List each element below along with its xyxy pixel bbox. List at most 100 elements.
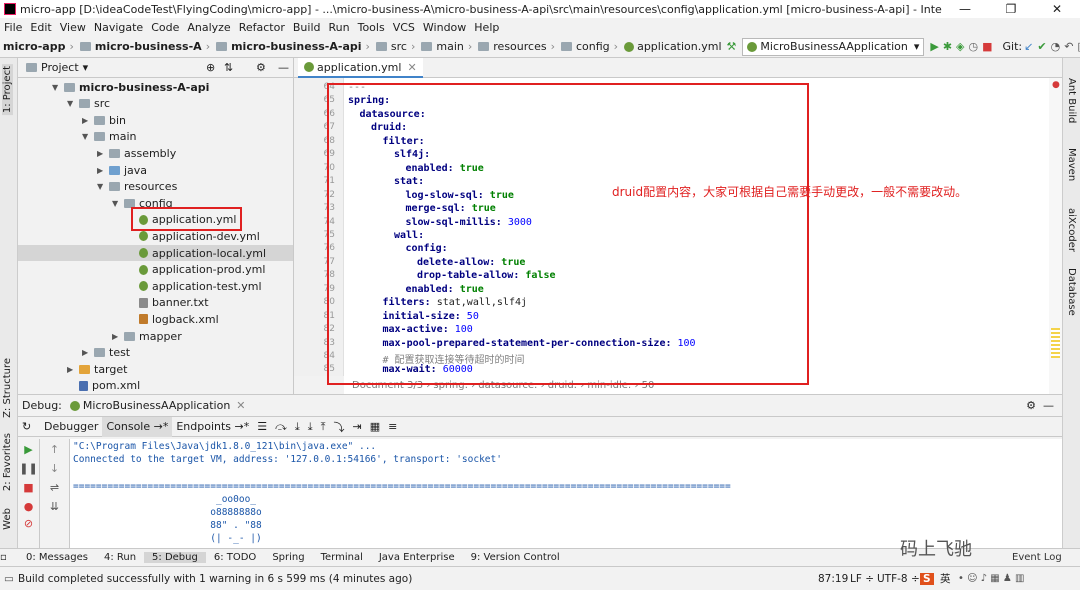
hide-icon[interactable]: —: [1043, 399, 1054, 412]
gear-icon[interactable]: ⚙: [256, 61, 266, 74]
git-update-icon[interactable]: ↙: [1024, 38, 1033, 56]
tree-item[interactable]: ▶ assembly: [18, 145, 293, 161]
layout-icon[interactable]: ☰: [253, 417, 271, 437]
database-tool-button[interactable]: Database: [1066, 268, 1077, 316]
drop-frame-icon[interactable]: ⤵: [330, 417, 349, 437]
breadcrumb-src[interactable]: src ›: [373, 40, 418, 53]
tree-item[interactable]: ▶ mapper: [18, 328, 293, 344]
debug-session-tab[interactable]: MicroBusinessAApplication: [83, 399, 230, 412]
tab-version-control[interactable]: 9: Version Control: [463, 552, 568, 563]
tree-item[interactable]: pom.xml: [18, 378, 293, 394]
tab-application-yml[interactable]: application.yml ✕: [298, 58, 423, 78]
expand-arrow-icon[interactable]: ▶: [82, 348, 94, 357]
run-icon[interactable]: ▶: [930, 38, 938, 56]
scroll-to-end-icon[interactable]: ⇊: [40, 500, 69, 513]
close-button[interactable]: ✕: [1034, 2, 1080, 16]
tab-messages[interactable]: 0: Messages: [18, 552, 96, 563]
run-to-cursor-icon[interactable]: ⇥: [349, 417, 366, 437]
expand-arrow-icon[interactable]: ▶: [67, 365, 79, 374]
layout-toggle-icon[interactable]: ▫: [0, 552, 18, 563]
ant-build-tool-button[interactable]: Ant Build: [1066, 78, 1077, 123]
tree-item[interactable]: ▼ micro-business-A-api: [18, 79, 293, 95]
tree-item[interactable]: logback.xml: [18, 311, 293, 327]
breadcrumb-config[interactable]: config ›: [558, 40, 621, 53]
minimize-button[interactable]: —: [942, 2, 988, 16]
expand-arrow-icon[interactable]: ▼: [112, 199, 124, 208]
soft-wrap-icon[interactable]: ⇌: [40, 481, 69, 494]
expand-arrow-icon[interactable]: ▼: [67, 99, 79, 108]
tree-item[interactable]: ▼ resources: [18, 179, 293, 195]
mute-breakpoints-icon[interactable]: ⊘: [18, 517, 39, 530]
expand-arrow-icon[interactable]: ▼: [82, 132, 94, 141]
maximize-button[interactable]: ❐: [988, 2, 1034, 16]
tree-item[interactable]: ▶ java: [18, 162, 293, 178]
favorites-tool-button[interactable]: 2: Favorites: [2, 433, 13, 491]
force-step-into-icon[interactable]: ⤓: [304, 417, 317, 437]
expand-arrow-icon[interactable]: ▼: [52, 83, 64, 92]
aixcoder-tool-button[interactable]: aiXcoder: [1066, 208, 1077, 252]
warning-marks[interactable]: [1051, 328, 1060, 358]
status-window-icon[interactable]: ▭: [0, 573, 18, 585]
trace-icon[interactable]: ≡: [384, 417, 401, 437]
event-log-button[interactable]: Event Log: [1012, 552, 1062, 563]
editor-error-stripe[interactable]: ●: [1049, 78, 1062, 394]
git-commit-icon[interactable]: ✔: [1037, 38, 1046, 56]
expand-arrow-icon[interactable]: ▶: [112, 332, 124, 341]
tab-terminal[interactable]: Terminal: [313, 552, 371, 563]
tab-todo[interactable]: 6: TODO: [206, 552, 264, 563]
step-out-icon[interactable]: ⤒: [317, 417, 330, 437]
project-view-select[interactable]: Project: [41, 61, 79, 74]
evaluate-icon[interactable]: ▦: [366, 417, 384, 437]
ime-language[interactable]: 英: [940, 571, 951, 586]
build-hammer-icon[interactable]: ⚒: [727, 38, 737, 56]
structure-tool-button[interactable]: Z: Structure: [2, 358, 13, 418]
tab-java-enterprise[interactable]: Java Enterprise: [371, 552, 463, 563]
menu-build[interactable]: Build: [289, 21, 325, 34]
breadcrumb-micro-business-a-api[interactable]: micro-business-A-api ›: [213, 40, 373, 53]
gear-icon[interactable]: ⚙: [1026, 399, 1036, 412]
stop-icon[interactable]: ■: [982, 38, 992, 56]
tree-item[interactable]: ▶ test: [18, 345, 293, 361]
tree-item[interactable]: ▶ bin: [18, 112, 293, 128]
tree-item[interactable]: ▼ main: [18, 129, 293, 145]
stop-icon[interactable]: ■: [18, 481, 39, 494]
resume-icon[interactable]: ▶: [18, 443, 39, 456]
menu-code[interactable]: Code: [147, 21, 183, 34]
up-arrow-icon[interactable]: ↑: [40, 443, 69, 456]
breakpoints-icon[interactable]: ●: [18, 500, 39, 513]
rerun-icon[interactable]: ↻: [18, 417, 40, 437]
menu-run[interactable]: Run: [325, 21, 354, 34]
pause-icon[interactable]: ❚❚: [18, 462, 39, 475]
menu-vcs[interactable]: VCS: [389, 21, 419, 34]
tree-item[interactable]: application-local.yml: [18, 245, 293, 261]
git-rollback-icon[interactable]: ↶: [1064, 38, 1073, 56]
tree-item[interactable]: ▼ src: [18, 96, 293, 112]
profile-icon[interactable]: ◷: [969, 38, 979, 56]
console-output[interactable]: "C:\Program Files\Java\jdk1.8.0_121\bin\…: [70, 439, 1062, 549]
git-history-icon[interactable]: ◔: [1051, 38, 1061, 56]
tab-debug[interactable]: 5: Debug: [144, 552, 206, 563]
coverage-icon[interactable]: ◈: [956, 38, 964, 56]
menu-refactor[interactable]: Refactor: [235, 21, 289, 34]
tab-endpoints[interactable]: Endpoints →*: [172, 417, 253, 437]
caret-position[interactable]: 87:19: [818, 573, 848, 585]
ime-toolbar-icons[interactable]: • ☺ ♪ ▦ ♟ ▥: [958, 573, 1024, 584]
expand-arrow-icon[interactable]: ▼: [97, 182, 109, 191]
menu-navigate[interactable]: Navigate: [90, 21, 147, 34]
close-session-icon[interactable]: ✕: [236, 399, 245, 412]
step-into-icon[interactable]: ⤓: [291, 417, 304, 437]
expand-arrow-icon[interactable]: ▶: [82, 116, 94, 125]
status-message[interactable]: Build completed successfully with 1 warn…: [18, 573, 412, 585]
expand-arrow-icon[interactable]: ▶: [97, 149, 109, 158]
tab-run[interactable]: 4: Run: [96, 552, 144, 563]
error-indicator-icon[interactable]: ●: [1052, 80, 1060, 90]
hide-icon[interactable]: —: [278, 61, 289, 74]
web-tool-button[interactable]: Web: [2, 508, 13, 530]
down-arrow-icon[interactable]: ↓: [40, 462, 69, 475]
menu-analyze[interactable]: Analyze: [183, 21, 234, 34]
step-over-icon[interactable]: ⤼: [271, 417, 291, 437]
breadcrumb-micro-business-a[interactable]: micro-business-A ›: [77, 40, 213, 53]
file-encoding[interactable]: UTF-8 ÷: [877, 573, 920, 585]
breadcrumb-application-yml[interactable]: application.yml: [621, 40, 724, 53]
menu-window[interactable]: Window: [419, 21, 470, 34]
